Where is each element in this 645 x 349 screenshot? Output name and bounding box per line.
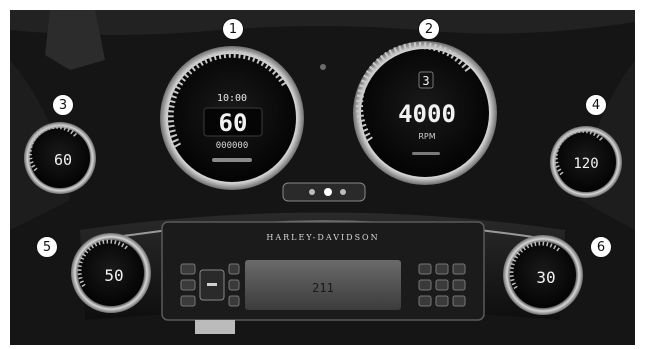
callout-4: 4 xyxy=(585,94,607,116)
gauge-right-upper-value: 120 xyxy=(573,156,598,172)
motorcycle-fairing-photo: HARLEY-DAVIDSON 211 10:00 60 000000 3 40… xyxy=(0,0,645,345)
speedometer-speed: 60 xyxy=(219,109,248,137)
gauge-right-lower: 30 xyxy=(503,235,583,315)
tachometer-unit: RPM xyxy=(418,132,435,141)
indicator-light xyxy=(309,189,315,195)
tachometer-rpm: 4000 xyxy=(398,100,456,128)
radio-right-buttons xyxy=(418,263,466,307)
gauge-left-upper-value: 60 xyxy=(54,151,72,169)
indicator-light xyxy=(340,189,346,195)
tachometer-gear: 3 xyxy=(422,74,429,88)
gauge-left-lower: 50 xyxy=(71,233,151,313)
gauge-right-lower-value: 30 xyxy=(536,268,555,287)
speedometer-odometer: 000000 xyxy=(216,141,249,151)
gauge-left-upper: 60 xyxy=(24,122,96,194)
radio-left-buttons xyxy=(180,263,240,307)
center-bolt xyxy=(320,64,326,70)
callout-3: 3 xyxy=(52,94,74,116)
speedometer-time: 10:00 xyxy=(217,93,247,104)
gauge-left-lower-value: 50 xyxy=(104,266,123,285)
callout-5: 5 xyxy=(36,236,58,258)
indicator-light xyxy=(324,188,332,196)
lower-mount xyxy=(195,320,235,334)
gauge-right-upper: 120 xyxy=(550,126,622,198)
radio-brand-text: HARLEY-DAVIDSON xyxy=(266,233,379,242)
radio-display-text: 211 xyxy=(312,281,334,295)
callout-2: 2 xyxy=(418,18,440,40)
callout-1: 1 xyxy=(222,18,244,40)
tachometer-gauge: 3 4000 RPM xyxy=(353,41,497,185)
speedometer-gauge: 10:00 60 000000 xyxy=(160,46,304,190)
callout-6: 6 xyxy=(590,236,612,258)
